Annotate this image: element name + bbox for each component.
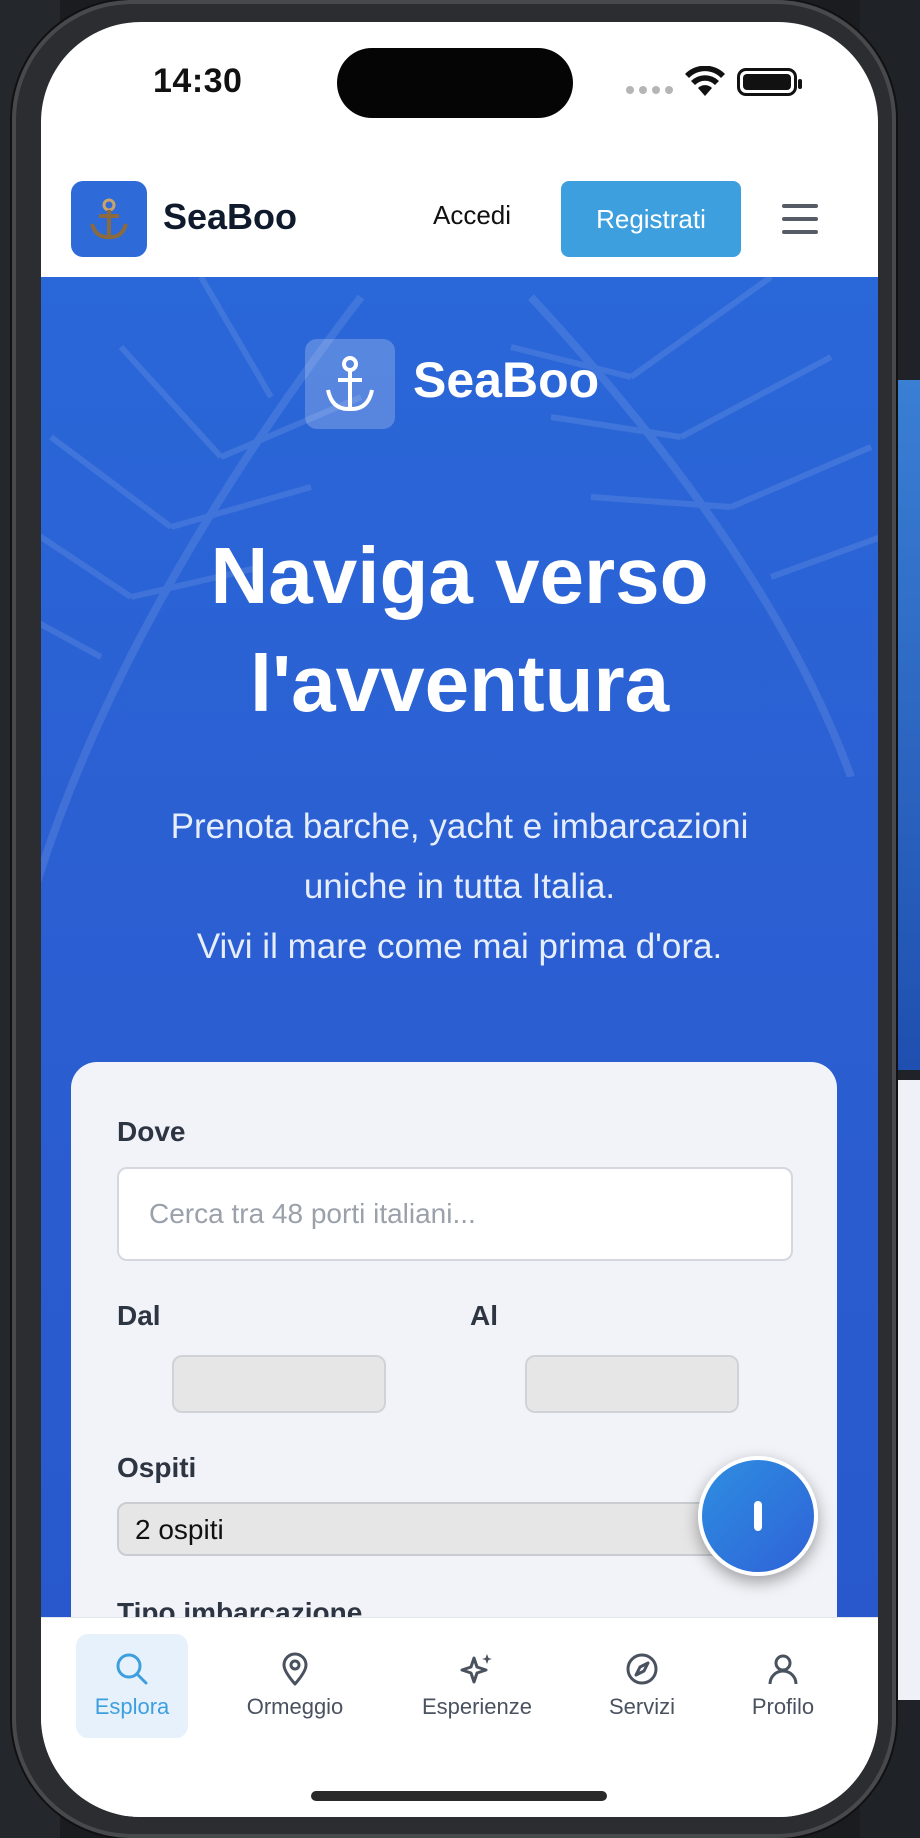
hero-subtitle-line: Vivi il mare come mai prima d'ora. xyxy=(196,927,723,966)
wifi-icon xyxy=(685,66,725,96)
brand-name[interactable]: SeaBoo xyxy=(163,196,297,238)
guests-label: Ospiti xyxy=(117,1452,197,1483)
tab-label: Ormeggio xyxy=(246,1694,344,1719)
hero-title-line: Naviga verso xyxy=(210,531,709,620)
phone-frame: 14:30 SeaBoo Accedi Registrati SeaBoo Na… xyxy=(12,0,896,1838)
tab-label: Esperienze xyxy=(421,1694,533,1719)
tab-esperienze[interactable]: Esperienze xyxy=(421,1634,533,1738)
where-label: Dove xyxy=(117,1116,186,1147)
hero-title-line: l'avventura xyxy=(249,639,670,728)
info-icon xyxy=(754,1501,762,1531)
hero-section: SeaBoo Naviga verso l'avventura Prenota … xyxy=(41,277,878,1647)
phone-screen: 14:30 SeaBoo Accedi Registrati SeaBoo Na… xyxy=(41,22,878,1817)
battery-icon xyxy=(737,68,802,96)
anchor-icon xyxy=(305,339,395,429)
tab-label: Esplora xyxy=(94,1694,170,1719)
floating-action-button[interactable] xyxy=(698,1456,818,1576)
to-label: Al xyxy=(470,1300,498,1331)
login-button[interactable]: Accedi xyxy=(433,200,511,231)
search-icon xyxy=(116,1653,148,1685)
tab-label: Servizi xyxy=(608,1694,675,1719)
hero-subtitle: Prenota barche, yacht e imbarcazioni uni… xyxy=(41,797,878,977)
guests-select[interactable]: 2 ospiti xyxy=(117,1502,747,1556)
top-navbar: SeaBoo Accedi Registrati xyxy=(41,142,878,277)
tab-esplora[interactable]: Esplora xyxy=(76,1634,188,1738)
sparkles-icon xyxy=(460,1654,492,1684)
status-time: 14:30 xyxy=(153,62,243,100)
to-date-input[interactable] xyxy=(525,1355,739,1413)
tab-label: Profilo xyxy=(751,1694,815,1719)
hamburger-icon[interactable] xyxy=(782,204,818,234)
user-icon xyxy=(768,1654,798,1685)
tab-profilo[interactable]: Profilo xyxy=(727,1634,839,1738)
compass-icon xyxy=(626,1653,658,1685)
status-bar: 14:30 xyxy=(41,22,878,142)
hero-brand-name: SeaBoo xyxy=(413,352,600,408)
from-date-input[interactable] xyxy=(172,1355,386,1413)
tab-ormeggio[interactable]: Ormeggio xyxy=(239,1634,351,1738)
where-input[interactable] xyxy=(117,1167,793,1261)
home-indicator[interactable] xyxy=(311,1791,607,1801)
bottom-tab-bar: Esplora Ormeggio Esperienze Servizi Prof… xyxy=(41,1617,878,1817)
signal-icon xyxy=(626,86,673,94)
map-pin-icon xyxy=(282,1652,308,1686)
hero-subtitle-line: Prenota barche, yacht e imbarcazioni xyxy=(170,807,749,846)
dynamic-island xyxy=(337,48,573,118)
hero-title: Naviga verso l'avventura xyxy=(41,522,878,738)
hero-subtitle-line: uniche in tutta Italia. xyxy=(303,867,616,906)
from-label: Dal xyxy=(117,1300,161,1331)
anchor-logo-icon[interactable] xyxy=(71,181,147,257)
register-button[interactable]: Registrati xyxy=(561,181,741,257)
tab-servizi[interactable]: Servizi xyxy=(586,1634,698,1738)
